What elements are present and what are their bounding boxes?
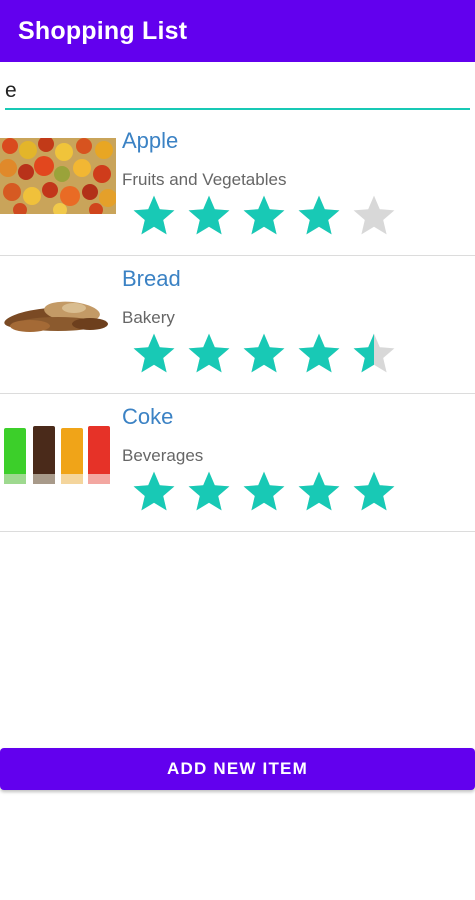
rating-bar[interactable] — [130, 192, 405, 240]
search-input[interactable] — [5, 74, 470, 108]
star-filled-icon[interactable] — [295, 192, 343, 240]
soda-glasses-image — [0, 414, 116, 490]
search-field[interactable] — [5, 72, 470, 110]
item-name: Coke — [122, 404, 174, 429]
star-filled-icon[interactable] — [185, 192, 233, 240]
list-item[interactable]: Bread Bakery — [0, 256, 475, 394]
star-filled-icon[interactable] — [240, 330, 288, 378]
item-category: Fruits and Vegetables — [122, 170, 287, 189]
star-filled-icon[interactable] — [240, 192, 288, 240]
star-half-icon[interactable] — [350, 330, 398, 378]
rating-bar[interactable] — [130, 330, 405, 378]
star-filled-icon[interactable] — [185, 468, 233, 516]
bread-image — [0, 276, 116, 352]
app-title: Shopping List — [18, 16, 188, 45]
star-filled-icon[interactable] — [130, 192, 178, 240]
rating-bar[interactable] — [130, 468, 405, 516]
list-item[interactable]: Coke Beverages — [0, 394, 475, 532]
star-filled-icon[interactable] — [130, 330, 178, 378]
item-category: Beverages — [122, 446, 204, 465]
star-filled-icon[interactable] — [185, 330, 233, 378]
item-name: Apple — [122, 128, 179, 153]
star-filled-icon[interactable] — [130, 468, 178, 516]
star-filled-icon[interactable] — [240, 468, 288, 516]
app-bar: Shopping List — [0, 0, 475, 62]
star-empty-icon[interactable] — [350, 192, 398, 240]
star-filled-icon[interactable] — [295, 468, 343, 516]
item-category: Bakery — [122, 308, 175, 327]
fruits-vegetables-image — [0, 138, 116, 214]
item-list: Apple Fruits and Vegetables Bread Bakery — [0, 118, 475, 532]
item-name: Bread — [122, 266, 181, 291]
add-new-item-button[interactable]: ADD NEW ITEM — [0, 748, 475, 790]
list-item[interactable]: Apple Fruits and Vegetables — [0, 118, 475, 256]
star-filled-icon[interactable] — [350, 468, 398, 516]
star-filled-icon[interactable] — [295, 330, 343, 378]
